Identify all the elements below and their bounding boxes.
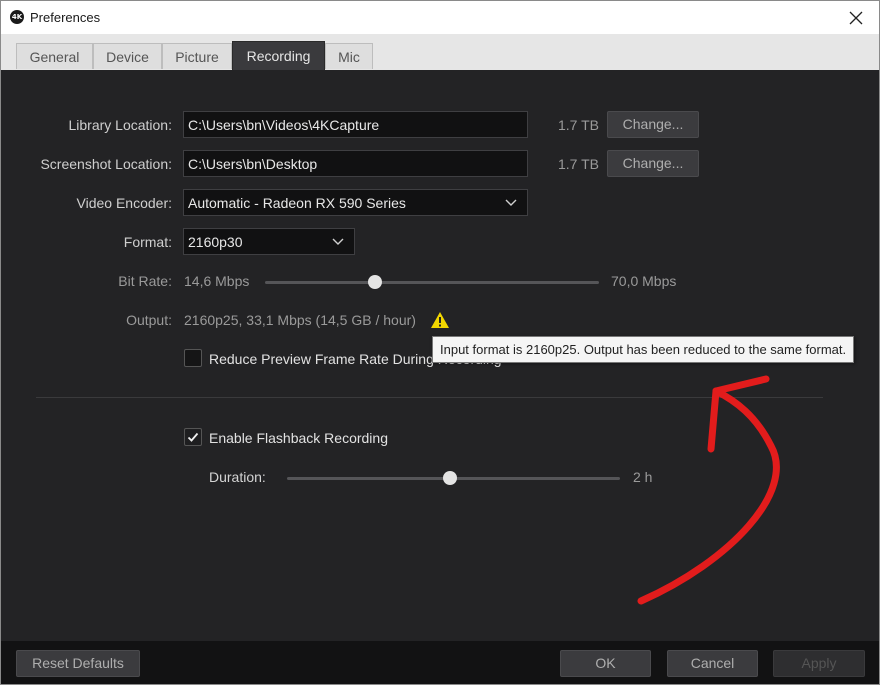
flashback-label: Enable Flashback Recording bbox=[209, 430, 388, 446]
screenshot-location-field[interactable]: C:\Users\bn\Desktop bbox=[183, 150, 528, 177]
title-bar: 4K Preferences bbox=[1, 1, 879, 34]
format-select[interactable]: 2160p30 bbox=[183, 228, 355, 255]
video-encoder-select[interactable]: Automatic - Radeon RX 590 Series bbox=[183, 189, 528, 216]
bit-rate-min: 14,6 Mbps bbox=[184, 273, 250, 289]
section-divider bbox=[36, 397, 823, 398]
tab-picture[interactable]: Picture bbox=[162, 43, 232, 69]
library-change-button[interactable]: Change... bbox=[607, 111, 699, 138]
format-value: 2160p30 bbox=[188, 234, 243, 250]
checkmark-icon bbox=[187, 432, 199, 442]
ok-button[interactable]: OK bbox=[560, 650, 651, 677]
library-location-field[interactable]: C:\Users\bn\Videos\4KCapture bbox=[183, 111, 528, 138]
chevron-down-icon bbox=[505, 199, 517, 206]
reduce-preview-checkbox[interactable] bbox=[184, 349, 202, 367]
tab-recording[interactable]: Recording bbox=[232, 41, 325, 70]
format-tooltip: Input format is 2160p25. Output has been… bbox=[432, 336, 855, 363]
tab-device[interactable]: Device bbox=[93, 43, 162, 69]
screenshot-location-label: Screenshot Location: bbox=[40, 156, 172, 172]
duration-label: Duration: bbox=[209, 469, 266, 485]
library-free-space: 1.7 TB bbox=[558, 117, 599, 133]
tab-general[interactable]: General bbox=[16, 43, 93, 69]
library-location-label: Library Location: bbox=[68, 117, 172, 133]
app-logo-icon: 4K bbox=[10, 10, 24, 24]
tab-strip: General Device Picture Recording Mic bbox=[1, 34, 879, 71]
screenshot-free-space: 1.7 TB bbox=[558, 156, 599, 172]
reset-defaults-button[interactable]: Reset Defaults bbox=[16, 650, 140, 677]
flashback-checkbox[interactable] bbox=[184, 428, 202, 446]
format-label: Format: bbox=[123, 234, 172, 250]
duration-value: 2 h bbox=[633, 469, 653, 485]
window-title: Preferences bbox=[30, 10, 101, 25]
output-label: Output: bbox=[126, 312, 172, 328]
warning-icon[interactable] bbox=[430, 311, 450, 329]
apply-button[interactable]: Apply bbox=[773, 650, 865, 677]
bit-rate-label: Bit Rate: bbox=[118, 273, 172, 289]
chevron-down-icon bbox=[332, 238, 344, 245]
video-encoder-value: Automatic - Radeon RX 590 Series bbox=[188, 195, 406, 211]
bit-rate-slider[interactable] bbox=[265, 275, 599, 289]
close-icon bbox=[849, 11, 863, 24]
video-encoder-label: Video Encoder: bbox=[76, 195, 172, 211]
bit-rate-max: 70,0 Mbps bbox=[611, 273, 677, 289]
output-value: 2160p25, 33,1 Mbps (14,5 GB / hour) bbox=[184, 312, 416, 328]
screenshot-change-button[interactable]: Change... bbox=[607, 150, 699, 177]
cancel-button[interactable]: Cancel bbox=[667, 650, 758, 677]
close-button[interactable] bbox=[833, 1, 879, 34]
preferences-window: 4K Preferences General Device Picture Re… bbox=[0, 0, 880, 685]
duration-slider[interactable] bbox=[287, 471, 620, 485]
tab-mic[interactable]: Mic bbox=[325, 43, 373, 69]
